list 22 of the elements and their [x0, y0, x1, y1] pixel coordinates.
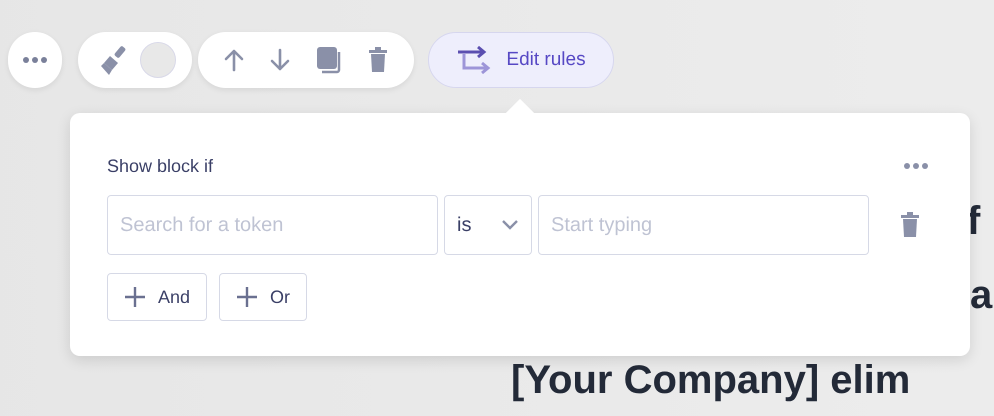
add-condition-button[interactable]: Or: [219, 273, 308, 321]
heading-text: a: [970, 272, 992, 318]
trash-icon[interactable]: [900, 212, 920, 238]
plus-icon: [236, 286, 258, 308]
plus-icon: [124, 286, 146, 308]
heading-text: f: [967, 198, 980, 244]
copy-icon[interactable]: [316, 46, 342, 74]
more-icon: [22, 56, 48, 64]
color-swatch[interactable]: [140, 42, 176, 78]
arrow-up-icon[interactable]: [224, 48, 244, 72]
arrow-down-icon[interactable]: [270, 48, 290, 72]
trash-icon[interactable]: [368, 47, 388, 73]
swap-arrows-icon: [456, 46, 492, 74]
token-search-field[interactable]: Search for a token: [107, 195, 438, 255]
operator-dropdown[interactable]: is: [444, 195, 532, 255]
edit-rules-button[interactable]: Edit rules: [428, 32, 614, 88]
heading-text: [Your Company] elim: [511, 357, 910, 403]
popover-title: Show block if: [107, 156, 214, 176]
add-condition-button[interactable]: And: [107, 273, 208, 321]
chevron-down-icon: [501, 219, 519, 231]
value-field[interactable]: Start typing: [538, 195, 869, 255]
more-icon[interactable]: [903, 162, 929, 170]
